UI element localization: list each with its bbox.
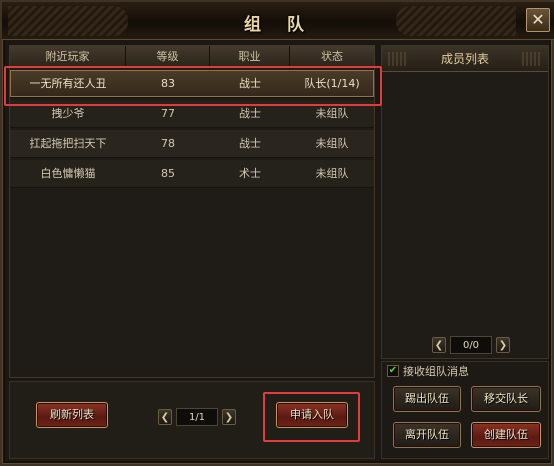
player-class: 战士 bbox=[239, 137, 261, 150]
player-status: 未组队 bbox=[315, 167, 349, 180]
member-pager: ❮ 0/0 ❯ bbox=[432, 336, 510, 354]
player-name: 白色慵懒猫 bbox=[40, 167, 96, 180]
title-ornament-right bbox=[396, 6, 516, 36]
player-level: 85 bbox=[161, 167, 175, 180]
close-icon: ✕ bbox=[531, 10, 545, 29]
chevron-right-icon[interactable]: ❯ bbox=[222, 409, 236, 425]
player-status: 未组队 bbox=[315, 137, 349, 150]
apply-join-button[interactable]: 申请入队 bbox=[276, 402, 348, 428]
nearby-pager: ❮ 1/1 ❯ bbox=[158, 408, 236, 426]
header-status[interactable]: 状态 bbox=[290, 46, 374, 68]
refresh-list-button[interactable]: 刷新列表 bbox=[36, 402, 108, 428]
player-name: 拽少爷 bbox=[51, 107, 85, 120]
player-level: 83 bbox=[161, 77, 175, 90]
player-class: 术士 bbox=[239, 167, 261, 180]
title-bar[interactable]: 组 队 ✕ bbox=[2, 2, 554, 40]
header-ornament-left bbox=[388, 52, 408, 66]
member-page-indicator: 0/0 bbox=[450, 336, 492, 354]
window-title: 组 队 bbox=[244, 15, 314, 35]
player-level: 77 bbox=[161, 107, 175, 120]
header-class[interactable]: 职业 bbox=[210, 46, 290, 68]
player-status: 队长(1/14) bbox=[304, 77, 360, 90]
player-class: 战士 bbox=[239, 107, 261, 120]
team-window: 组 队 ✕ 附近玩家 等级 职业 状态 一无所有还人丑 83 战士 队长(1/1… bbox=[0, 0, 554, 466]
receive-invite-label: 接收组队消息 bbox=[403, 365, 469, 378]
member-list-title: 成员列表 bbox=[440, 52, 489, 66]
player-list: 一无所有还人丑 83 战士 队长(1/14) 拽少爷 77 战士 未组队 扛起拖… bbox=[10, 70, 374, 190]
list-header: 附近玩家 等级 职业 状态 bbox=[10, 46, 374, 68]
nearby-actions-bar: 刷新列表 ❮ 1/1 ❯ 申请入队 bbox=[9, 381, 375, 459]
player-row[interactable]: 拽少爷 77 战士 未组队 bbox=[10, 100, 374, 128]
header-nearby-players[interactable]: 附近玩家 bbox=[10, 46, 126, 68]
check-icon: ✔ bbox=[388, 365, 398, 376]
chevron-left-icon[interactable]: ❮ bbox=[432, 337, 446, 353]
close-button[interactable]: ✕ bbox=[526, 8, 550, 32]
chevron-left-icon[interactable]: ❮ bbox=[158, 409, 172, 425]
header-level[interactable]: 等级 bbox=[126, 46, 210, 68]
team-actions-panel: ✔ 接收组队消息 踢出队伍 移交队长 离开队伍 创建队伍 bbox=[381, 361, 549, 459]
create-team-button[interactable]: 创建队伍 bbox=[471, 422, 541, 448]
player-row[interactable]: 一无所有还人丑 83 战士 队长(1/14) bbox=[10, 70, 374, 98]
page-indicator: 1/1 bbox=[176, 408, 218, 426]
player-row[interactable]: 白色慵懒猫 85 术士 未组队 bbox=[10, 160, 374, 188]
player-level: 78 bbox=[161, 137, 175, 150]
member-list-panel: 成员列表 ❮ 0/0 ❯ bbox=[381, 45, 549, 359]
player-name: 一无所有还人丑 bbox=[29, 77, 107, 90]
member-list-header: 成员列表 bbox=[382, 46, 548, 72]
kick-member-button[interactable]: 踢出队伍 bbox=[393, 386, 461, 412]
player-row[interactable]: 扛起拖把扫天下 78 战士 未组队 bbox=[10, 130, 374, 158]
player-name: 扛起拖把扫天下 bbox=[29, 137, 107, 150]
leave-team-button[interactable]: 离开队伍 bbox=[393, 422, 461, 448]
player-status: 未组队 bbox=[315, 107, 349, 120]
transfer-leader-button[interactable]: 移交队长 bbox=[471, 386, 541, 412]
player-class: 战士 bbox=[239, 77, 261, 90]
nearby-players-panel: 附近玩家 等级 职业 状态 一无所有还人丑 83 战士 队长(1/14) 拽少爷… bbox=[9, 45, 375, 378]
header-ornament-right bbox=[522, 52, 542, 66]
chevron-right-icon[interactable]: ❯ bbox=[496, 337, 510, 353]
title-ornament-left bbox=[8, 6, 128, 36]
receive-invite-checkbox[interactable]: ✔ bbox=[387, 365, 399, 377]
